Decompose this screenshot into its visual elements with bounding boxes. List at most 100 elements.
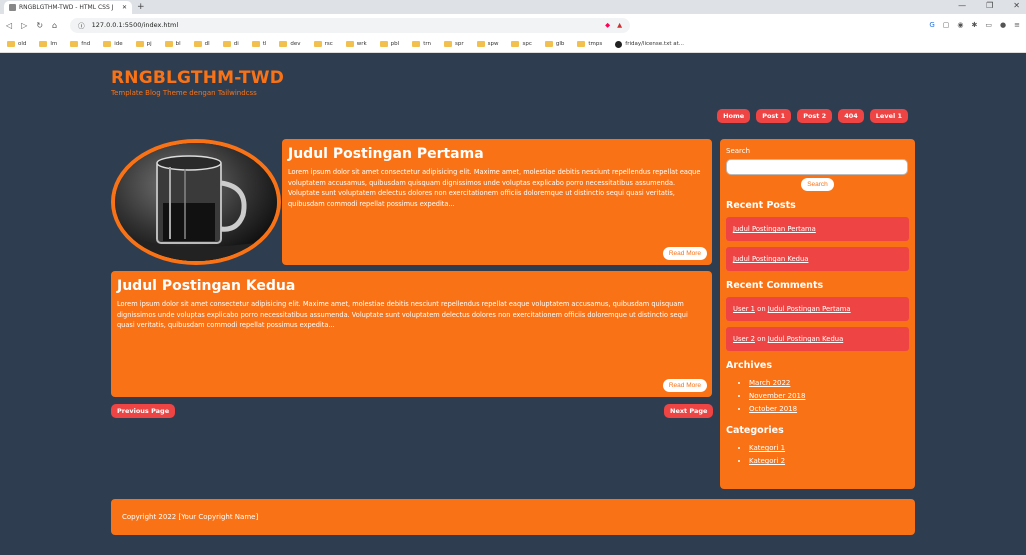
recent-post-item: Judul Postingan Pertama <box>726 217 909 241</box>
bookmark-item[interactable]: rsc <box>313 41 333 47</box>
bookmark-item[interactable]: fnd <box>70 41 90 47</box>
folder-icon <box>544 41 553 47</box>
folder-icon <box>577 41 586 47</box>
read-more-button[interactable]: Read More <box>662 247 707 260</box>
archive-link[interactable]: November 2018 <box>749 392 805 400</box>
extension-icon[interactable]: ▢ <box>943 21 950 29</box>
new-tab-icon[interactable]: + <box>137 2 145 12</box>
folder-icon <box>222 41 231 47</box>
archives-list: March 2022 November 2018 October 2018 <box>726 377 909 416</box>
bookmark-item[interactable]: spw <box>476 41 498 47</box>
nav-post-2[interactable]: Post 2 <box>797 109 833 123</box>
bookmark-item[interactable]: tmps <box>577 41 602 47</box>
post-first: Judul Postingan Pertama Lorem ipsum dolo… <box>111 139 712 265</box>
comment-on-text: on <box>757 305 766 313</box>
bookmarks-bar: old lm fnd ide pj bl dl di tl dev rsc wrk pbl trn spr s… <box>0 36 1026 53</box>
favicon-icon <box>9 4 16 11</box>
post-excerpt: Lorem ipsum dolor sit amet consectetur a… <box>288 168 701 208</box>
browser-tab[interactable]: RNGBLGTHM-TWD - HTML CSS J ✕ <box>4 1 132 14</box>
bookmark-label: friday/license.txt at... <box>625 41 684 47</box>
bookmark-item[interactable]: friday/license.txt at... <box>615 40 684 48</box>
window-close-icon[interactable]: ✕ <box>1013 1 1020 10</box>
reload-icon[interactable]: ↻ <box>36 21 43 30</box>
comment-user-link[interactable]: User 1 <box>733 305 755 313</box>
site-title[interactable]: RNGBLGTHM-TWD <box>111 68 284 88</box>
read-more-button[interactable]: Read More <box>662 379 707 392</box>
profile-icon[interactable]: ● <box>1000 21 1006 29</box>
folder-icon <box>135 41 144 47</box>
bookmark-item[interactable]: ide <box>103 41 123 47</box>
menu-icon[interactable]: ≡ <box>1014 21 1020 29</box>
bookmark-item[interactable]: dev <box>279 41 301 47</box>
list-item: November 2018 <box>749 390 909 403</box>
folder-icon <box>511 41 520 47</box>
sidebar-icon[interactable]: ▭ <box>985 21 992 29</box>
minimize-icon[interactable]: — <box>958 1 966 10</box>
camera-icon[interactable]: ◉ <box>957 21 963 29</box>
address-bar[interactable]: ⓘ 127.0.0.1:5500/index.html ◆ ▲ <box>70 17 631 33</box>
bookmark-item[interactable]: pj <box>135 41 152 47</box>
bookmark-item[interactable]: trn <box>412 41 431 47</box>
bookmark-item[interactable]: glb <box>544 41 564 47</box>
close-icon[interactable]: ✕ <box>122 4 127 11</box>
bookmark-item[interactable]: dl <box>193 41 210 47</box>
sidebar: Search Search Recent Posts Judul Posting… <box>720 139 915 489</box>
info-icon[interactable]: ⓘ <box>78 20 85 30</box>
bookmark-label: spc <box>522 41 532 47</box>
search-input[interactable] <box>726 159 908 175</box>
back-icon[interactable]: ◁ <box>6 21 12 30</box>
bookmark-label: bl <box>175 41 181 47</box>
brave-shield-icon[interactable]: ◆ <box>605 21 610 29</box>
search-button[interactable]: Search <box>801 178 834 191</box>
comment-user-link[interactable]: User 2 <box>733 335 755 343</box>
comment-on-text: on <box>757 335 766 343</box>
nav-home[interactable]: Home <box>717 109 751 123</box>
bookmark-item[interactable]: wrk <box>345 41 367 47</box>
category-link[interactable]: Kategori 1 <box>749 444 785 452</box>
post-title[interactable]: Judul Postingan Pertama <box>288 146 706 162</box>
maximize-icon[interactable]: ❐ <box>986 1 993 10</box>
recent-post-link[interactable]: Judul Postingan Pertama <box>733 225 816 233</box>
bookmark-label: rsc <box>324 41 333 47</box>
bookmark-label: lm <box>50 41 58 47</box>
post-excerpt: Lorem ipsum dolor sit amet consectetur a… <box>117 300 688 329</box>
bookmark-label: pbl <box>390 41 400 47</box>
puzzle-icon[interactable]: ✱ <box>972 21 978 29</box>
bookmark-item[interactable]: old <box>7 41 26 47</box>
folder-icon <box>70 41 79 47</box>
bookmark-item[interactable]: tl <box>251 41 267 47</box>
copyright-text: Copyright 2022 [Your Copyright Name] <box>122 513 259 521</box>
recent-posts-heading: Recent Posts <box>726 200 796 211</box>
archive-link[interactable]: October 2018 <box>749 405 797 413</box>
nav-post-1[interactable]: Post 1 <box>756 109 792 123</box>
bookmark-label: ide <box>114 41 123 47</box>
bookmark-item[interactable]: di <box>222 41 239 47</box>
forward-icon[interactable]: ▷ <box>21 21 27 30</box>
home-icon[interactable]: ⌂ <box>52 21 57 30</box>
previous-page-button[interactable]: Previous Page <box>111 404 176 418</box>
main-nav: Home Post 1 Post 2 404 Level 1 <box>717 109 908 123</box>
comment-post-link[interactable]: Judul Postingan Kedua <box>768 335 843 343</box>
bookmark-item[interactable]: spr <box>444 41 464 47</box>
next-page-button[interactable]: Next Page <box>664 404 714 418</box>
nav-level-1[interactable]: Level 1 <box>869 109 908 123</box>
translate-icon[interactable]: G <box>929 21 934 29</box>
bookmark-item[interactable]: lm <box>39 41 57 47</box>
recent-post-link[interactable]: Judul Postingan Kedua <box>733 255 808 263</box>
nav-404[interactable]: 404 <box>838 109 864 123</box>
brave-rewards-icon[interactable]: ▲ <box>617 21 622 29</box>
folder-icon <box>7 41 15 47</box>
archives-heading: Archives <box>726 360 772 371</box>
bookmark-label: dev <box>290 41 301 47</box>
bookmark-label: trn <box>423 41 431 47</box>
bookmark-item[interactable]: spc <box>511 41 532 47</box>
folder-icon <box>193 41 202 47</box>
bookmark-item[interactable]: bl <box>164 41 181 47</box>
mug-photo <box>115 143 277 261</box>
bookmark-item[interactable]: pbl <box>379 41 400 47</box>
category-link[interactable]: Kategori 2 <box>749 457 785 465</box>
archive-link[interactable]: March 2022 <box>749 379 790 387</box>
bookmark-label: tl <box>262 41 267 47</box>
comment-post-link[interactable]: Judul Postingan Pertama <box>768 305 851 313</box>
post-title[interactable]: Judul Postingan Kedua <box>117 278 706 294</box>
